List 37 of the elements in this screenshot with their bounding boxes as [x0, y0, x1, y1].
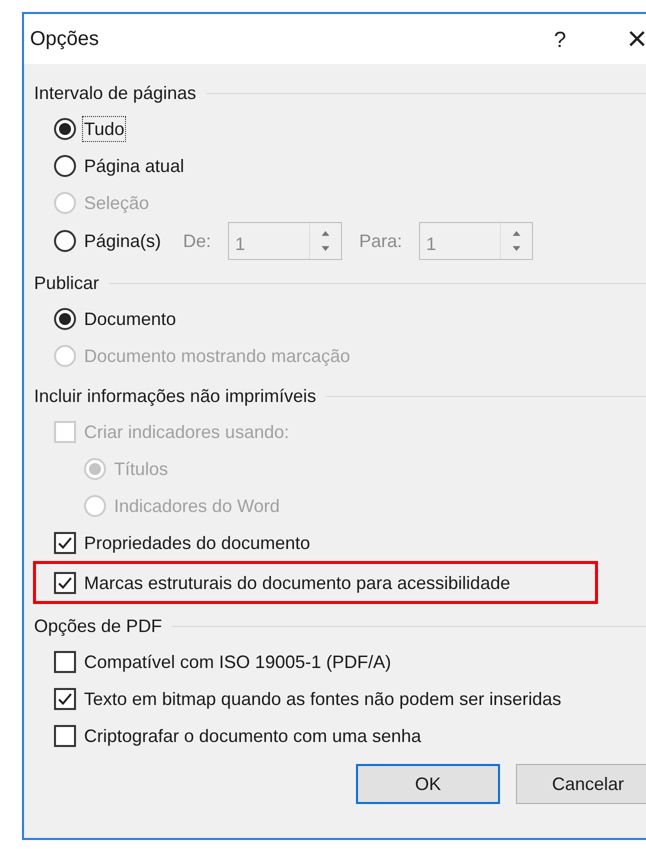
- dialog-button[interactable]: Cancelar: [516, 764, 646, 804]
- dialog-button[interactable]: OK: [356, 764, 500, 804]
- checkbox[interactable]: [54, 650, 76, 672]
- checkmark-icon: [57, 690, 73, 706]
- option-label: Marcas estruturais do documento para acessibilidade: [83, 572, 512, 594]
- checkmark-icon: [57, 574, 73, 590]
- group-heading: Intervalo de páginas: [34, 82, 196, 105]
- radio-button[interactable]: [54, 154, 76, 176]
- option-label: Propriedades do documento: [83, 532, 312, 554]
- checkmark-icon: [57, 534, 73, 550]
- radio-button[interactable]: [54, 118, 76, 140]
- option-label: Compatível com ISO 19005-1 (PDF/A): [83, 650, 392, 674]
- from-label: De:: [183, 230, 212, 252]
- option-label: Documento mostrando marcação: [83, 344, 352, 368]
- option-label: Indicadores do Word: [113, 494, 281, 518]
- group-heading: Opções de PDF: [34, 614, 162, 638]
- option-label: Criar indicadores usando:: [83, 420, 290, 444]
- option-label: Página atual: [83, 154, 186, 178]
- option-label: Títulos: [113, 458, 170, 480]
- group-heading: Publicar: [34, 272, 100, 294]
- window-title: Opções: [30, 27, 100, 52]
- checkbox[interactable]: [54, 532, 76, 554]
- option-label: Seleção: [83, 192, 150, 214]
- group-heading: Incluir informações não imprimíveis: [34, 384, 316, 408]
- option-label: Tudo: [83, 116, 126, 140]
- option-label: Página(s): [83, 230, 162, 253]
- checkbox[interactable]: [54, 688, 76, 710]
- option-label: Texto em bitmap quando as fontes não podem ser inseridas: [83, 688, 562, 710]
- radio-button[interactable]: [54, 230, 76, 252]
- close-button[interactable]: ×: [612, 22, 646, 56]
- option-label: Criptografar o documento com uma senha: [83, 724, 422, 748]
- radio-button[interactable]: [54, 308, 76, 330]
- checkbox[interactable]: [54, 724, 76, 746]
- option-label: Documento: [83, 308, 178, 330]
- checkbox[interactable]: [54, 572, 76, 594]
- help-button[interactable]: ?: [538, 22, 582, 56]
- to-label: Para:: [359, 230, 402, 252]
